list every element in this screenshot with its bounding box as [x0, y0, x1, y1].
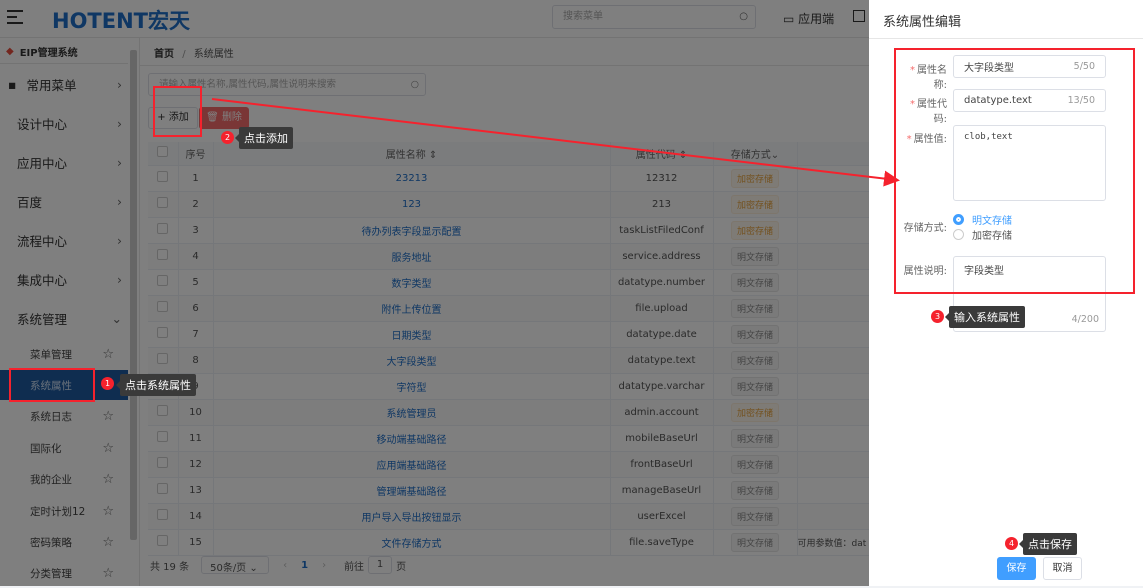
- step-badge: 4: [1005, 537, 1018, 550]
- drawer-title: 系统属性编辑: [883, 15, 962, 30]
- char-count: 4/200: [1071, 314, 1099, 325]
- step-badge: 2: [221, 131, 234, 144]
- annotation-box-menu: [9, 368, 95, 402]
- annotation-box-add: [153, 86, 202, 137]
- save-label: 保存: [1006, 563, 1027, 574]
- step-tooltip: 点击添加: [235, 127, 293, 149]
- annotation-box-form: [894, 48, 1135, 294]
- step-badge: 3: [931, 310, 944, 323]
- step-badge: 1: [101, 377, 114, 390]
- cancel-button[interactable]: 取消: [1043, 557, 1082, 580]
- step-tooltip: 点击保存: [1019, 533, 1077, 555]
- save-button[interactable]: 保存: [997, 557, 1036, 580]
- step-tooltip: 点击系统属性: [116, 374, 196, 396]
- step-tooltip: 输入系统属性: [945, 306, 1025, 328]
- cancel-label: 取消: [1052, 563, 1073, 574]
- modal-overlay[interactable]: [0, 0, 869, 586]
